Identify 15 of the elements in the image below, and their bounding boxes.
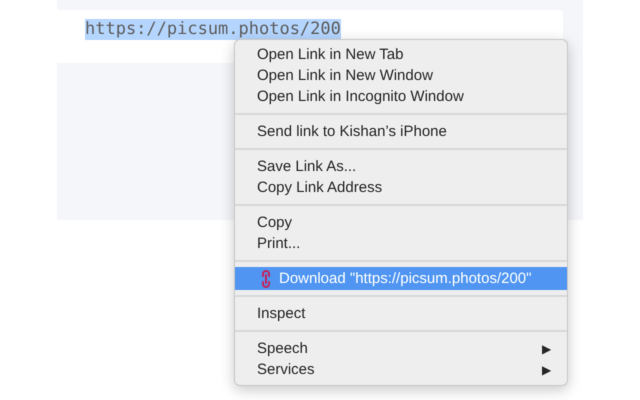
submenu-arrow-icon: ▶ (542, 362, 551, 376)
download-icon (259, 270, 273, 288)
menu-item[interactable]: Copy Link Address (235, 177, 567, 198)
url-text: https://picsum.photos/200 (85, 19, 341, 40)
menu-item[interactable]: Inspect (235, 303, 567, 324)
menu-item[interactable]: Open Link in New Window (235, 65, 567, 86)
menu-item[interactable]: Open Link in Incognito Window (235, 86, 567, 107)
menu-item[interactable]: Services ▶ (235, 359, 567, 380)
submenu-arrow-icon: ▶ (542, 342, 551, 356)
menu-item[interactable]: Open Link in New Tab (235, 44, 567, 65)
menu-item[interactable]: Print... (235, 233, 567, 254)
menu-item[interactable]: Save Link As... (235, 156, 567, 177)
menu-item[interactable]: Speech ▶ (235, 338, 567, 359)
menu-item[interactable]: Send link to Kishan’s iPhone (235, 121, 567, 142)
menu-item[interactable]: Copy (235, 212, 567, 233)
